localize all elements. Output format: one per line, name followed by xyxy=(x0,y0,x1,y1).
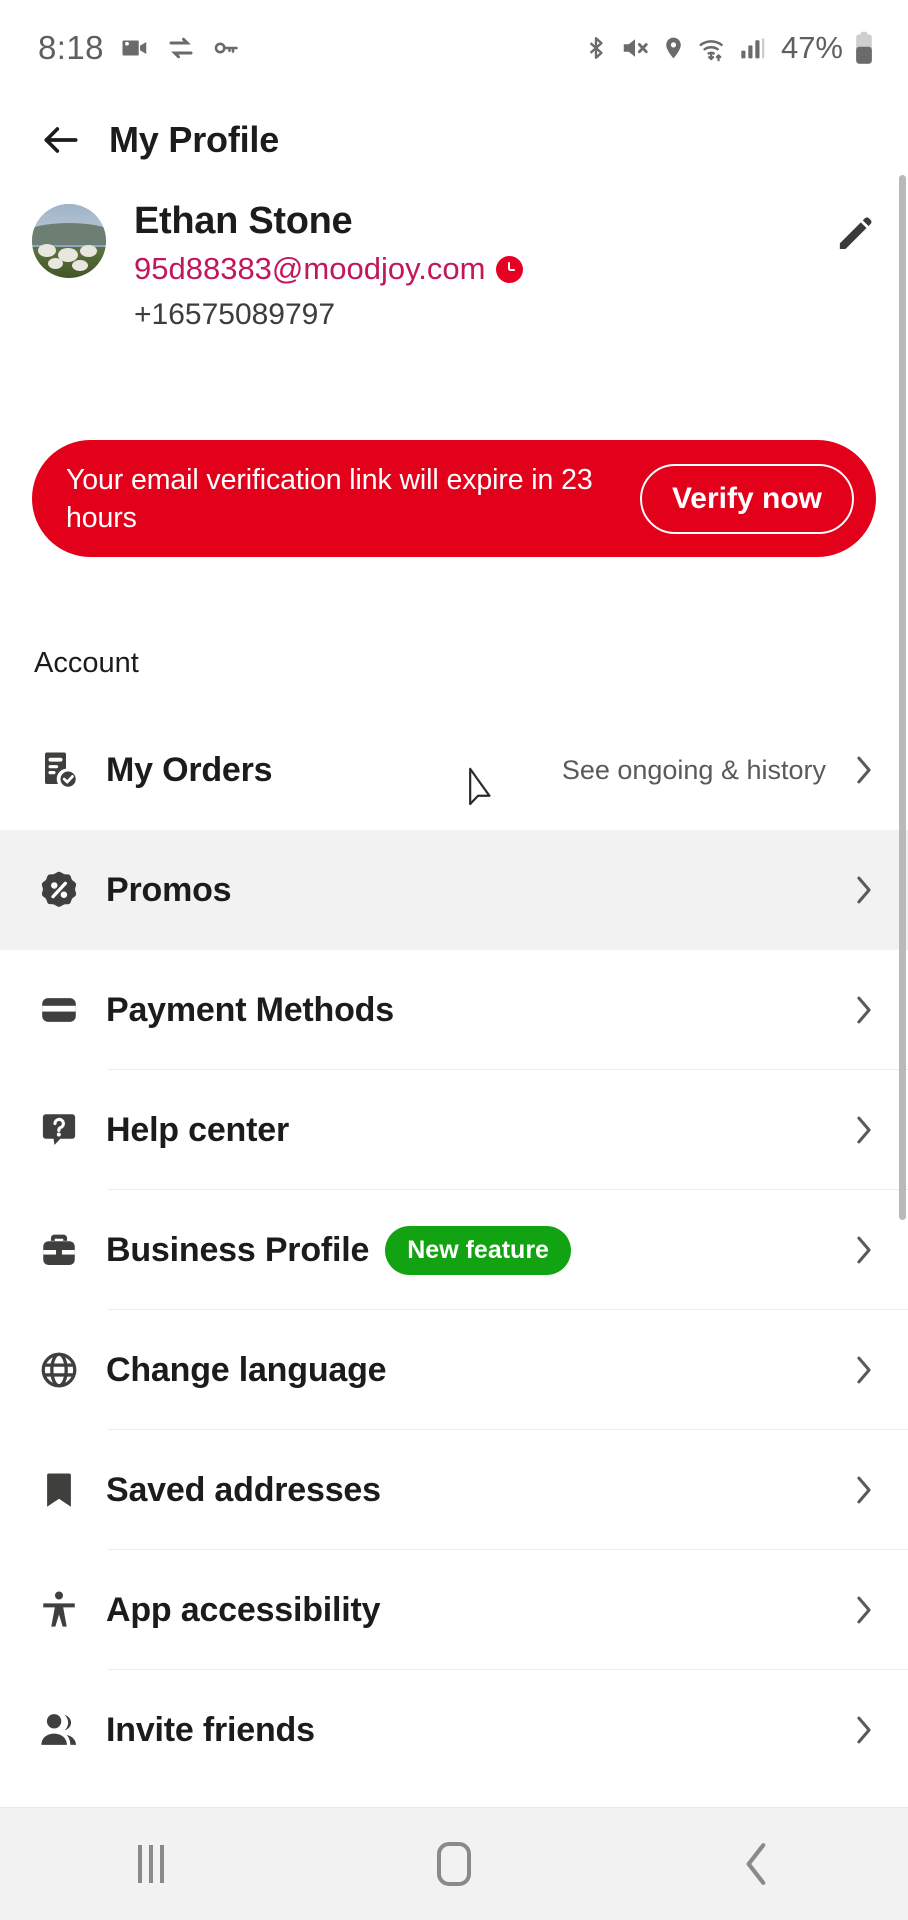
list-item-label: Help center xyxy=(106,1110,289,1149)
battery-icon xyxy=(854,31,874,65)
system-navigation-bar xyxy=(0,1807,908,1920)
list-item-subtitle: See ongoing & history xyxy=(561,754,826,785)
verify-now-button[interactable]: Verify now xyxy=(639,463,854,534)
system-back-button[interactable] xyxy=(697,1829,817,1899)
list-item-promos[interactable]: Promos xyxy=(0,830,908,950)
profile-phone: +16575089797 xyxy=(134,298,336,331)
list-item-invite-friends[interactable]: Invite friends xyxy=(0,1670,908,1790)
recents-bars-icon xyxy=(138,1845,165,1883)
list-item-my-orders[interactable]: My Orders See ongoing & history xyxy=(0,710,908,830)
profile-email: 95d88383@moodjoy.com xyxy=(134,251,486,286)
list-item-label: App accessibility xyxy=(106,1590,381,1629)
email-verification-banner[interactable]: Your email verification link will expire… xyxy=(32,440,876,557)
list-item-label: Invite friends xyxy=(106,1710,315,1749)
app-bar: My Profile xyxy=(0,96,908,184)
chevron-right-icon xyxy=(852,1593,876,1627)
phone-screen: 8:18 47% My Profile Ethan Stone 95d88383… xyxy=(0,0,908,1920)
data-transfer-icon xyxy=(166,33,196,63)
profile-name: Ethan Stone xyxy=(134,200,353,242)
chevron-right-icon xyxy=(852,1353,876,1387)
arrow-left-icon xyxy=(44,127,78,153)
key-icon xyxy=(212,34,240,62)
list-item-business-profile[interactable]: Business Profile New feature xyxy=(0,1190,908,1310)
people-group-icon xyxy=(36,1707,82,1753)
globe-icon xyxy=(36,1347,82,1393)
chevron-right-icon xyxy=(852,993,876,1027)
recents-button[interactable] xyxy=(91,1829,211,1899)
bluetooth-icon xyxy=(583,33,609,63)
pencil-edit-icon xyxy=(839,217,872,249)
banner-message: Your email verification link will expire… xyxy=(66,463,593,534)
chevron-right-icon xyxy=(852,1233,876,1267)
list-item-label: Payment Methods xyxy=(106,990,394,1029)
status-bar-left: 8:18 xyxy=(38,29,240,67)
list-item-label: Change language xyxy=(106,1350,387,1389)
edit-profile-button[interactable] xyxy=(830,210,878,258)
status-bar-clock: 8:18 xyxy=(38,29,104,66)
chevron-right-icon xyxy=(852,753,876,787)
list-item-saved-addresses[interactable]: Saved addresses xyxy=(0,1430,908,1550)
list-item-label: Business Profile xyxy=(106,1230,370,1269)
account-section-title: Account xyxy=(34,647,139,679)
chevron-right-icon xyxy=(852,1473,876,1507)
promo-percent-badge-icon xyxy=(36,867,82,913)
help-question-bubble-icon xyxy=(36,1107,82,1153)
bookmark-icon xyxy=(36,1467,82,1513)
credit-card-icon xyxy=(36,987,82,1033)
page-scrollbar[interactable] xyxy=(899,175,906,1220)
chevron-right-icon xyxy=(852,873,876,907)
account-list: My Orders See ongoing & history Promos P… xyxy=(0,710,908,1790)
profile-info: Ethan Stone 95d88383@moodjoy.com +165750… xyxy=(134,196,830,338)
list-item-label: Saved addresses xyxy=(106,1470,381,1509)
page-title: My Profile xyxy=(109,119,280,160)
accessibility-person-icon xyxy=(36,1587,82,1633)
status-bar-right: 47% xyxy=(583,30,874,66)
nav-back-chevron-icon xyxy=(746,1843,766,1885)
chevron-right-icon xyxy=(852,1113,876,1147)
status-bar: 8:18 47% xyxy=(0,0,908,96)
new-feature-badge: New feature xyxy=(385,1225,571,1275)
wifi-icon xyxy=(697,33,729,63)
orders-receipt-check-icon xyxy=(36,747,82,793)
video-camera-icon xyxy=(120,33,150,63)
avatar[interactable] xyxy=(32,204,106,278)
profile-header: Ethan Stone 95d88383@moodjoy.com +165750… xyxy=(0,196,908,331)
briefcase-icon xyxy=(36,1227,82,1273)
location-icon xyxy=(661,33,686,63)
mute-icon xyxy=(620,33,650,63)
list-item-app-accessibility[interactable]: App accessibility xyxy=(0,1550,908,1670)
clock-warning-icon xyxy=(496,255,524,283)
list-item-change-language[interactable]: Change language xyxy=(0,1310,908,1430)
back-button[interactable] xyxy=(34,113,88,167)
chevron-right-icon xyxy=(852,1713,876,1747)
home-button[interactable] xyxy=(394,1829,514,1899)
home-square-icon xyxy=(436,1842,471,1886)
profile-email-row: 95d88383@moodjoy.com xyxy=(134,248,830,290)
list-item-label: Promos xyxy=(106,870,232,909)
list-item-label: My Orders xyxy=(106,750,273,789)
list-item-payment-methods[interactable]: Payment Methods xyxy=(0,950,908,1070)
list-item-help-center[interactable]: Help center xyxy=(0,1070,908,1190)
battery-percentage: 47% xyxy=(780,30,843,65)
cellular-signal-icon xyxy=(740,34,766,62)
